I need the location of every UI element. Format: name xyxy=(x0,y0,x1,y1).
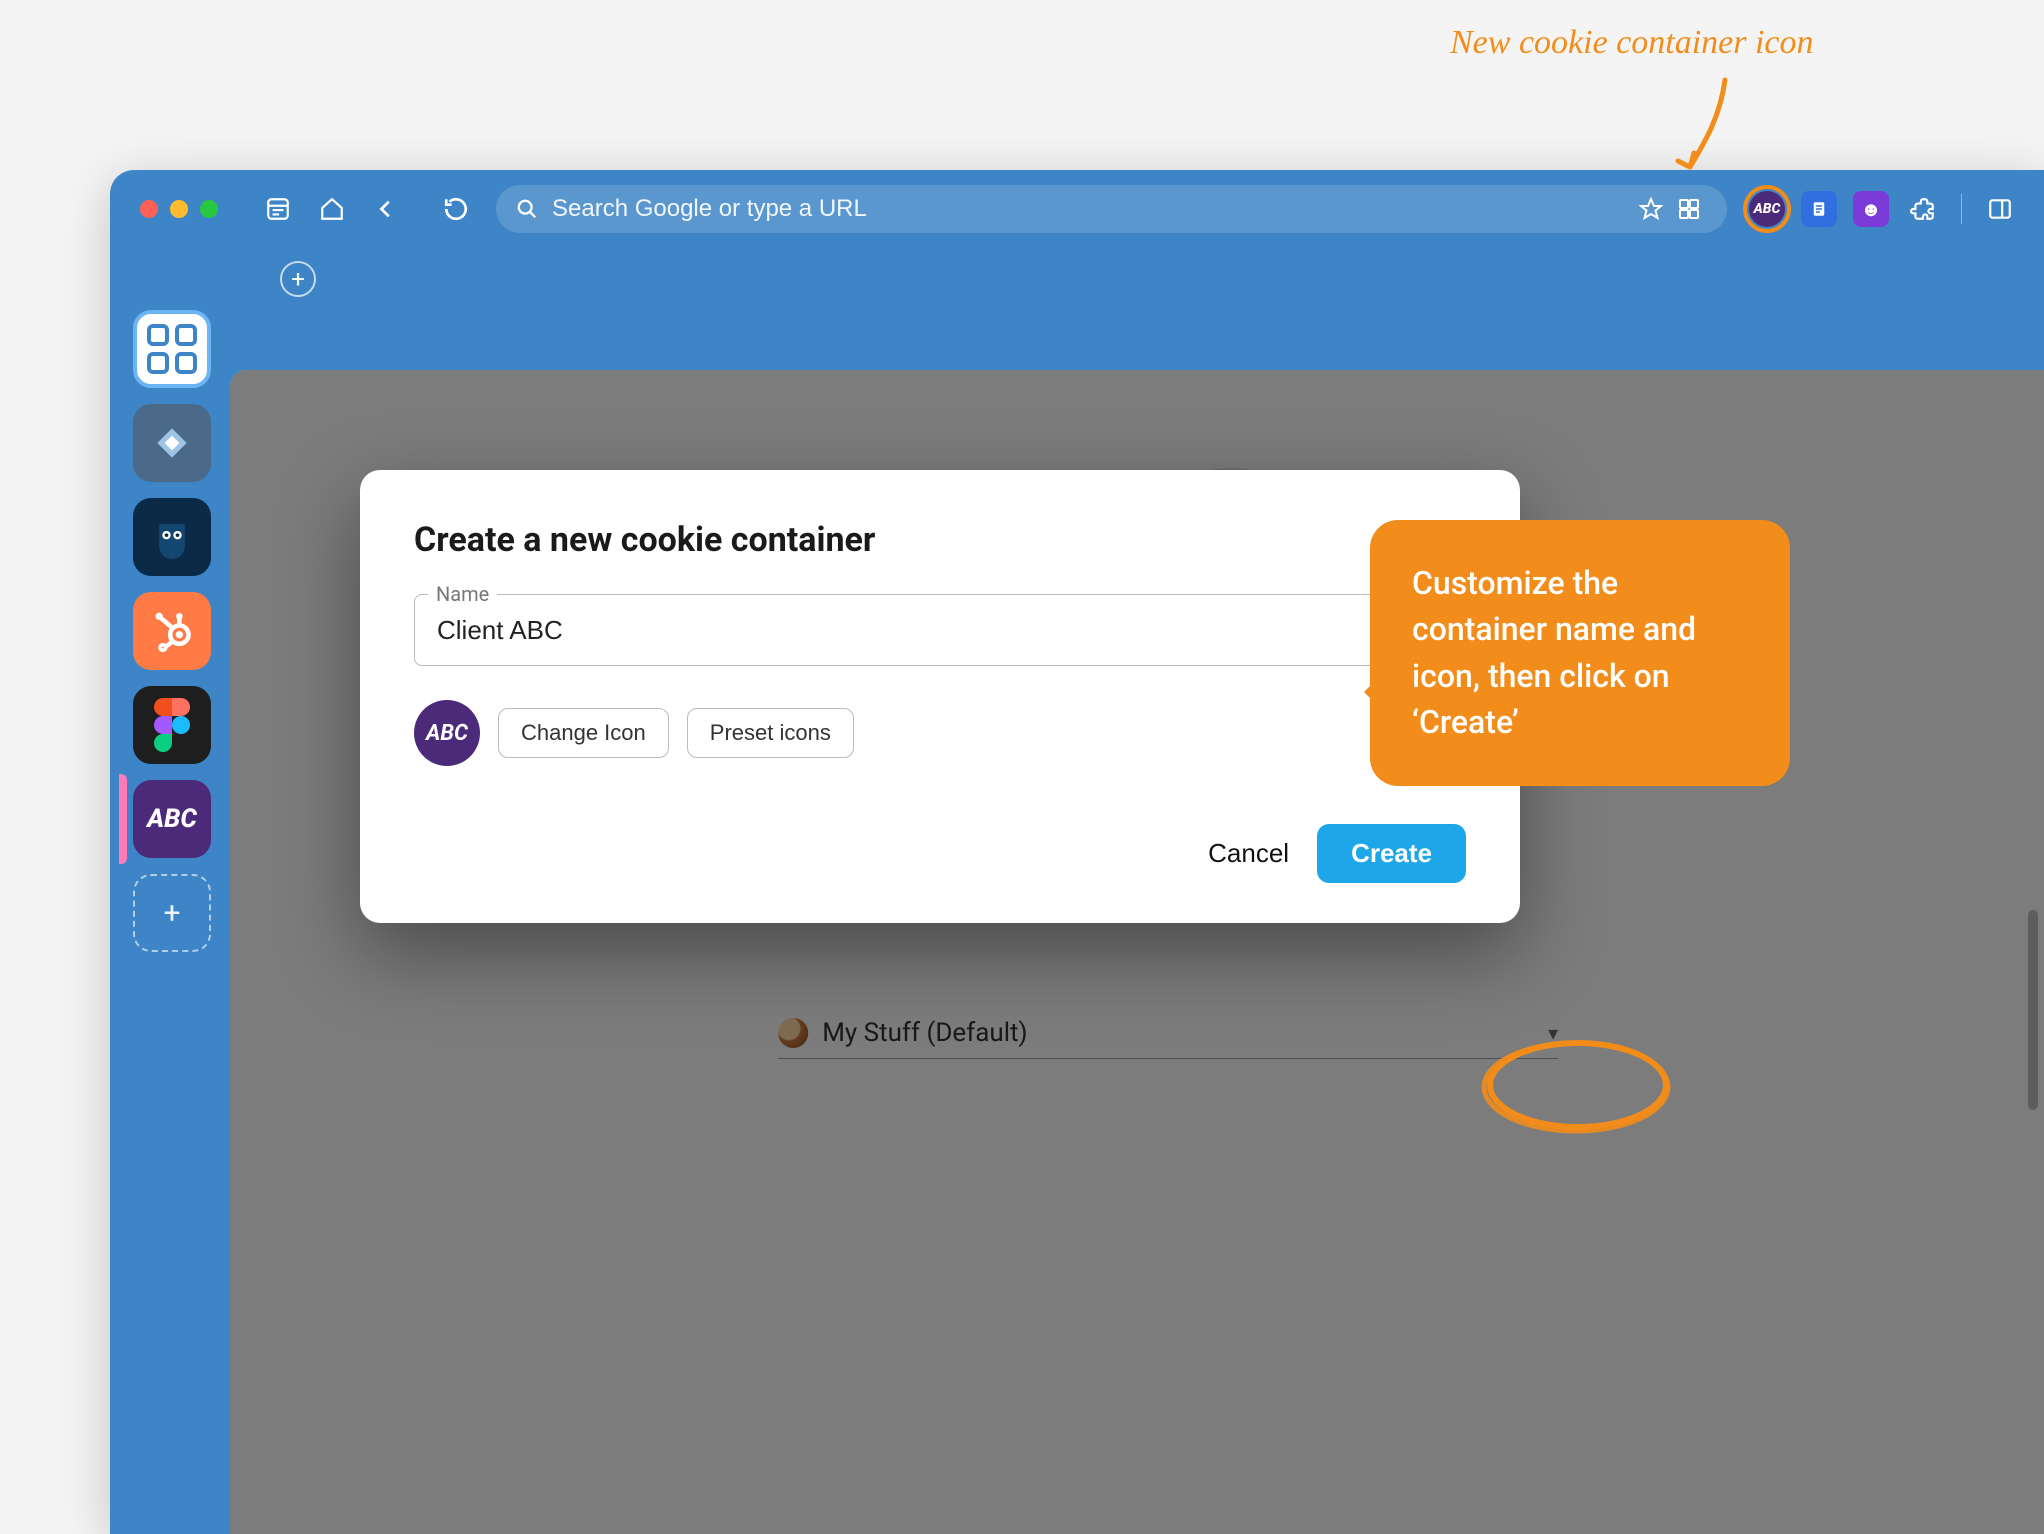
home-icon[interactable] xyxy=(308,185,356,233)
sidebar-toggle-icon[interactable] xyxy=(254,185,302,233)
search-icon xyxy=(516,198,538,220)
annotation-arrow-icon xyxy=(1670,72,1740,182)
name-field-wrap: Name xyxy=(414,594,1466,666)
url-input[interactable] xyxy=(552,195,1625,223)
icon-row: ABC Change Icon Preset icons xyxy=(414,700,1466,766)
browser-topbar: ABC ☻ xyxy=(110,170,2044,248)
change-icon-button[interactable]: Change Icon xyxy=(498,708,669,758)
split-view-icon[interactable] xyxy=(1677,197,1701,221)
smiley-extension-icon[interactable]: ☻ xyxy=(1847,185,1895,233)
active-space-indicator xyxy=(119,774,127,864)
apps-grid-icon xyxy=(147,324,197,374)
window-controls xyxy=(140,200,218,218)
new-tab-button[interactable]: + xyxy=(280,261,316,297)
sidebar-item-clickup[interactable] xyxy=(133,404,211,482)
back-icon[interactable] xyxy=(362,185,410,233)
url-bar[interactable] xyxy=(496,185,1727,233)
sidebar-item-hubspot[interactable] xyxy=(133,592,211,670)
tabstrip: + xyxy=(110,248,2044,310)
docs-extension-icon[interactable] xyxy=(1795,185,1843,233)
sidebar-item-figma[interactable] xyxy=(133,686,211,764)
name-input[interactable] xyxy=(414,594,1466,666)
abc-badge-icon: ABC xyxy=(1749,191,1785,227)
add-space-button[interactable]: + xyxy=(133,874,211,952)
sidebar: ABC + xyxy=(122,310,222,952)
abc-label: ABC xyxy=(147,804,197,834)
preset-icons-button[interactable]: Preset icons xyxy=(687,708,854,758)
figma-icon xyxy=(154,698,190,752)
icon-preview-text: ABC xyxy=(426,721,468,746)
panel-toggle-icon[interactable] xyxy=(1976,185,2024,233)
cancel-button[interactable]: Cancel xyxy=(1208,838,1289,869)
sidebar-item-hootsuite[interactable] xyxy=(133,498,211,576)
reload-icon[interactable] xyxy=(432,185,480,233)
owl-icon xyxy=(150,515,194,559)
icon-preview: ABC xyxy=(414,700,480,766)
dialog-actions: Cancel Create xyxy=(414,824,1466,883)
clickup-icon xyxy=(150,421,194,465)
window-close-button[interactable] xyxy=(140,200,158,218)
annotation-cookie-container-label: New cookie container icon xyxy=(1450,24,1814,62)
extension-icons: ABC ☻ xyxy=(1743,185,2024,233)
window-minimize-button[interactable] xyxy=(170,200,188,218)
hubspot-icon xyxy=(150,609,194,653)
dialog-title: Create a new cookie container xyxy=(414,520,1466,560)
annotation-callout: Customize the container name and icon, t… xyxy=(1370,520,1790,786)
bookmark-star-icon[interactable] xyxy=(1639,197,1663,221)
cookie-container-extension-icon[interactable]: ABC xyxy=(1743,185,1791,233)
name-field-label: Name xyxy=(428,582,497,606)
sidebar-item-client-abc[interactable]: ABC xyxy=(133,780,211,858)
sidebar-item-apps[interactable] xyxy=(133,310,211,388)
window-zoom-button[interactable] xyxy=(200,200,218,218)
toolbar-divider xyxy=(1961,194,1962,224)
extensions-puzzle-icon[interactable] xyxy=(1899,185,1947,233)
create-button[interactable]: Create xyxy=(1317,824,1466,883)
